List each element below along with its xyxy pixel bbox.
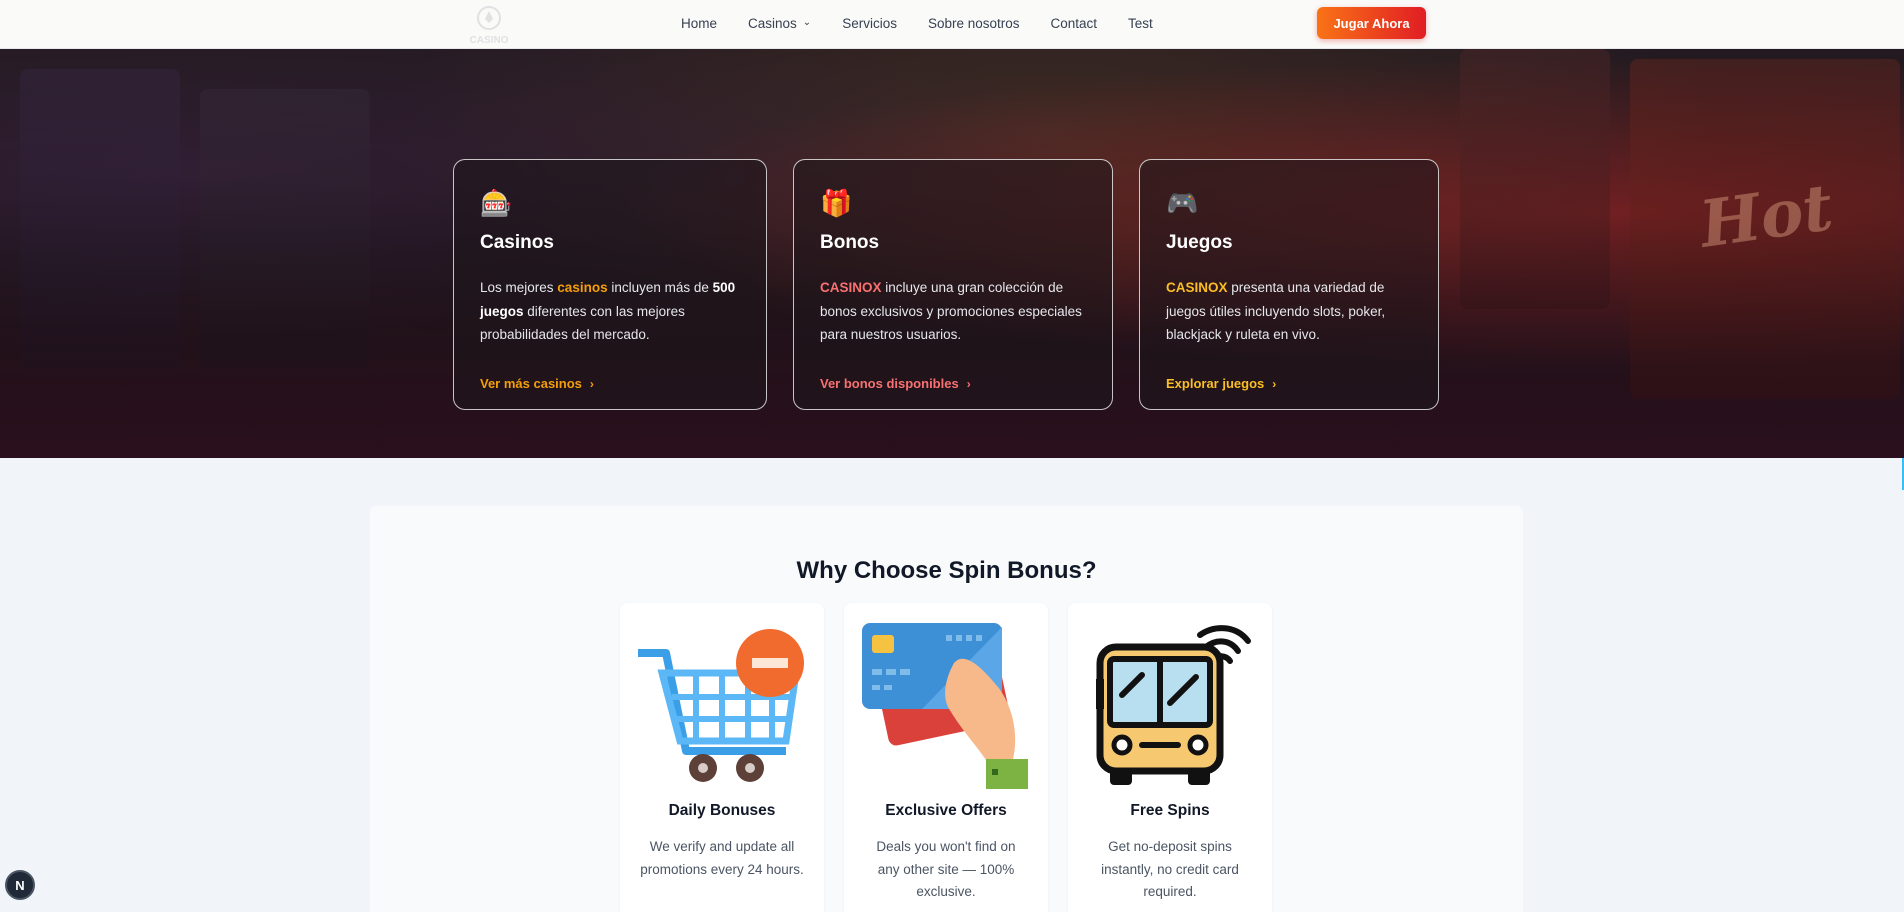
nav-link-label: Servicios bbox=[842, 15, 897, 31]
nav-link-label: Home bbox=[681, 15, 718, 31]
nav-link-casinos[interactable]: Casinos ⌄ bbox=[748, 16, 811, 31]
card-description: Los mejores casinos incluyen más de 500 … bbox=[480, 280, 736, 342]
link-label: Ver más casinos bbox=[480, 376, 582, 391]
section-title: Why Choose Spin Bonus? bbox=[796, 557, 1097, 584]
feature-description: Deals you won't find on any other site —… bbox=[876, 839, 1016, 899]
nav-link-contact[interactable]: Contact bbox=[1051, 16, 1098, 31]
feature-description: Get no-deposit spins instantly, no credi… bbox=[1101, 839, 1239, 899]
link-label: Ver bonos disponibles bbox=[820, 376, 959, 391]
nav-link-sobre-nosotros[interactable]: Sobre nosotros bbox=[928, 16, 1020, 31]
hero-section: Hot 🎰 Casinos Los mejores casinos incluy… bbox=[0, 49, 1904, 458]
card-title: Bonos bbox=[820, 232, 880, 253]
nextjs-dev-badge[interactable]: N bbox=[5, 870, 35, 900]
chevron-right-icon: › bbox=[1272, 376, 1277, 391]
chevron-down-icon: ⌄ bbox=[802, 16, 812, 28]
feature-title: Exclusive Offers bbox=[885, 802, 1007, 819]
bonos-card: 🎁 Bonos CASINOX incluye una gran colecci… bbox=[793, 159, 1113, 410]
feature-card-free-spins: Free Spins Get no-deposit spins instantl… bbox=[1068, 603, 1272, 912]
casino-logo-icon[interactable]: CASINO bbox=[462, 2, 516, 46]
feature-card-exclusive-offers: Exclusive Offers Deals you won't find on… bbox=[844, 603, 1048, 912]
why-choose-section: Why Choose Spin Bonus? Daily Bonuses We … bbox=[370, 506, 1523, 912]
nav-link-label: Casinos bbox=[748, 15, 797, 31]
card-title: Juegos bbox=[1166, 232, 1233, 253]
gift-icon: 🎁 bbox=[820, 188, 853, 218]
ver-bonos-disponibles-link[interactable]: Ver bonos disponibles › bbox=[820, 376, 971, 391]
juegos-card: 🎮 Juegos CASINOX presenta una variedad d… bbox=[1139, 159, 1439, 410]
card-title: Casinos bbox=[480, 232, 554, 253]
top-navbar: CASINO Home Casinos ⌄ Servicios Sobre nos… bbox=[0, 0, 1904, 49]
svg-text:CASINO: CASINO bbox=[470, 35, 509, 46]
chevron-right-icon: › bbox=[966, 376, 971, 391]
casinos-card: 🎰 Casinos Los mejores casinos incluyen m… bbox=[453, 159, 767, 410]
explorar-juegos-link[interactable]: Explorar juegos › bbox=[1166, 376, 1276, 391]
card-description: CASINOX incluye una gran colección de bo… bbox=[820, 280, 1082, 342]
slot-machine-icon: 🎰 bbox=[480, 188, 513, 218]
hero-background-slot-machine bbox=[1460, 49, 1610, 309]
game-controller-icon: 🎮 bbox=[1166, 188, 1199, 218]
shopping-cart-icon bbox=[638, 629, 804, 782]
jugar-ahora-button[interactable]: Jugar Ahora bbox=[1317, 7, 1426, 39]
nav-link-label: Test bbox=[1128, 15, 1153, 31]
feature-title: Daily Bonuses bbox=[668, 802, 776, 819]
feature-card-daily-bonuses: Daily Bonuses We verify and update all p… bbox=[620, 603, 824, 912]
feature-description: We verify and update all promotions ever… bbox=[640, 839, 804, 877]
nav-link-home[interactable]: Home bbox=[681, 16, 717, 31]
hero-background-slot-machine bbox=[20, 69, 180, 369]
credit-card-icon bbox=[862, 623, 1028, 789]
link-label: Explorar juegos bbox=[1166, 376, 1265, 391]
nav-link-test[interactable]: Test bbox=[1128, 16, 1153, 31]
feature-title: Free Spins bbox=[1130, 802, 1210, 819]
nav-link-label: Sobre nosotros bbox=[927, 15, 1020, 31]
nav-links: Home Casinos ⌄ Servicios Sobre nosotros C… bbox=[681, 0, 1184, 46]
hero-background-slot-machine bbox=[200, 89, 370, 369]
nav-link-servicios[interactable]: Servicios bbox=[842, 16, 897, 31]
nav-link-label: Contact bbox=[1050, 15, 1098, 31]
bus-wifi-icon bbox=[1096, 625, 1251, 785]
ver-mas-casinos-link[interactable]: Ver más casinos › bbox=[480, 376, 594, 391]
chevron-right-icon: › bbox=[589, 376, 594, 391]
card-description: CASINOX presenta una variedad de juegos … bbox=[1166, 280, 1386, 342]
